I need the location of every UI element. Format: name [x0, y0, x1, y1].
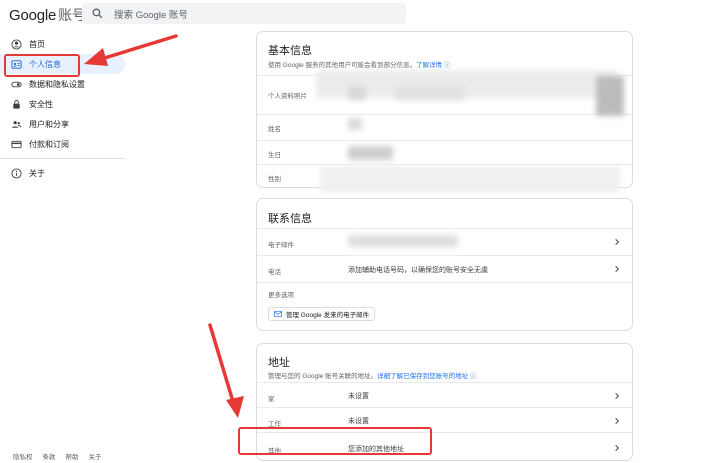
annotation-arrows: [84, 34, 244, 418]
